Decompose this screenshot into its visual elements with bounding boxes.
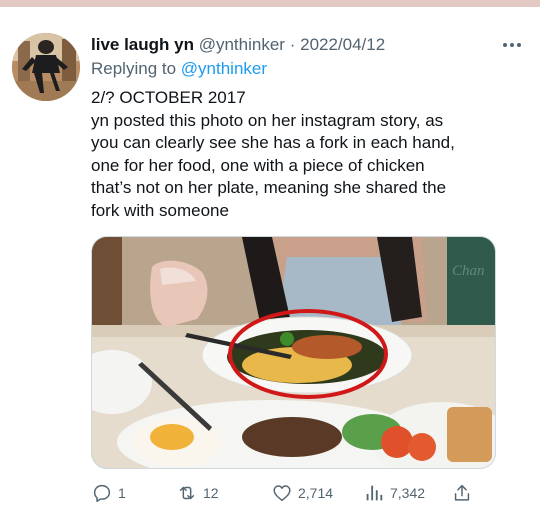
more-dot	[503, 43, 507, 47]
tweet-text-line: yn posted this photo on her instagram st…	[91, 110, 444, 130]
display-name[interactable]: live laugh yn	[91, 35, 194, 54]
media-watermark: Chan	[452, 263, 485, 279]
retweet-icon	[179, 486, 195, 500]
avatar[interactable]	[12, 33, 80, 101]
view-count: 7,342	[390, 485, 426, 501]
tweet-text-line: fork with someone	[91, 200, 229, 220]
reply-button[interactable]: 1	[91, 481, 126, 505]
share-button[interactable]	[451, 481, 473, 505]
top-divider	[0, 0, 540, 7]
replying-to: Replying to @ynthinker	[91, 57, 267, 81]
like-button[interactable]: 2,714	[271, 481, 333, 505]
user-handle[interactable]: @ynthinker	[199, 35, 285, 54]
heart-icon	[273, 485, 291, 502]
replying-prefix: Replying to	[91, 59, 177, 78]
replying-mention[interactable]: @ynthinker	[181, 59, 267, 78]
tweet[interactable]: live laugh yn @ynthinker · 2022/04/12 Re…	[0, 7, 540, 515]
reply-icon	[93, 484, 111, 502]
tweet-text-line: 2/? OCTOBER 2017	[91, 88, 246, 107]
tweet-header: live laugh yn @ynthinker · 2022/04/12	[91, 33, 501, 57]
retweet-count: 12	[203, 485, 219, 501]
tweet-actions: 1 12 2,714 7,342	[91, 481, 491, 505]
views-chart-icon	[366, 485, 383, 501]
retweet-button[interactable]: 12	[176, 481, 219, 505]
reply-count: 1	[118, 485, 126, 501]
like-count: 2,714	[298, 485, 334, 501]
tweet-date[interactable]: 2022/04/12	[300, 35, 385, 54]
more-dot	[510, 43, 514, 47]
tweet-text-line: one for her food, one with a piece of ch…	[91, 155, 425, 175]
views-button[interactable]: 7,342	[363, 481, 425, 505]
more-dot	[517, 43, 521, 47]
tweet-text-line: that’s not on her plate, meaning she sha…	[91, 178, 447, 197]
tweet-media-photo[interactable]: Chan	[91, 236, 496, 469]
more-icon[interactable]	[498, 33, 526, 57]
header-separator: ·	[289, 35, 296, 54]
tweet-text: 2/? OCTOBER 2017 yn posted this photo on…	[91, 87, 521, 222]
tweet-text-line: you can clearly see she has a fork in ea…	[91, 133, 455, 152]
share-icon	[454, 484, 470, 501]
